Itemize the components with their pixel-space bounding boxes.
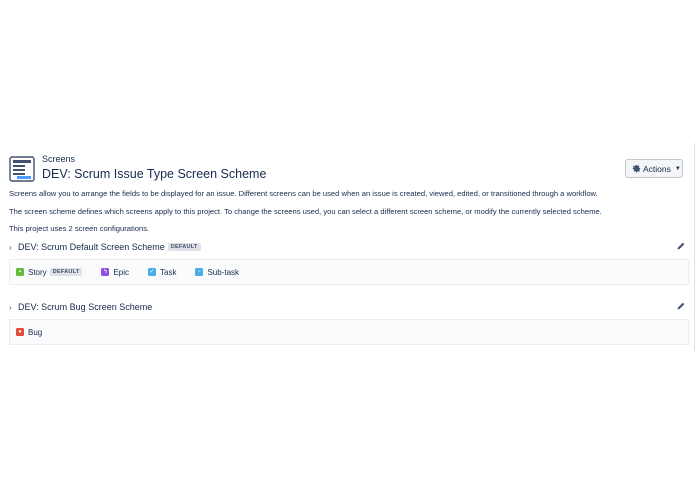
actions-button[interactable]: Actions ▼ — [625, 159, 683, 178]
issue-type-item: ● Bug — [16, 328, 42, 337]
issue-type-item: ✓ Task — [148, 268, 176, 277]
edit-icon[interactable] — [676, 301, 686, 311]
story-icon: ▪ — [16, 268, 24, 276]
page-title: DEV: Scrum Issue Type Screen Scheme — [42, 167, 267, 181]
description-line-3: This project uses 2 screen configuration… — [9, 224, 150, 233]
issue-type-label: Sub-task — [207, 267, 240, 277]
gear-icon — [632, 164, 641, 173]
chevron-down-icon: ▼ — [674, 165, 681, 172]
description-line-2: The screen scheme defines which screens … — [9, 207, 602, 216]
default-badge: DEFAULT — [49, 268, 83, 276]
issue-types-list: ▪ Story DEFAULT ϟ Epic ✓ Task ▫ Sub-task — [9, 259, 689, 285]
task-icon: ✓ — [148, 268, 157, 276]
issue-type-label: Epic — [113, 267, 130, 277]
chevron-right-icon[interactable]: › — [9, 303, 18, 312]
issue-type-item: ▫ Sub-task — [195, 268, 239, 277]
default-badge: DEFAULT — [167, 243, 201, 251]
subtask-icon: ▫ — [195, 268, 204, 276]
actions-label: Actions — [643, 163, 671, 174]
screens-icon — [9, 156, 35, 182]
issue-type-item: ϟ Epic — [101, 268, 129, 277]
breadcrumb[interactable]: Screens — [42, 154, 75, 164]
page-header: Screens DEV: Scrum Issue Type Screen Sch… — [9, 154, 689, 186]
issue-type-label: Story — [28, 267, 47, 277]
scheme-header[interactable]: › DEV: Scrum Default Screen Scheme DEFAU… — [9, 240, 686, 254]
issue-type-label: Task — [160, 267, 177, 277]
issue-type-label: Bug — [28, 327, 43, 337]
epic-icon: ϟ — [101, 268, 110, 276]
scheme-name[interactable]: DEV: Scrum Default Screen Scheme — [18, 242, 165, 252]
description-line-1: Screens allow you to arrange the fields … — [9, 189, 598, 198]
issue-type-item: ▪ Story DEFAULT — [16, 267, 83, 277]
scheme-name[interactable]: DEV: Scrum Bug Screen Scheme — [18, 302, 152, 312]
edit-icon[interactable] — [676, 241, 686, 251]
bug-icon: ● — [16, 328, 24, 336]
issue-types-list: ● Bug — [9, 319, 689, 345]
chevron-right-icon[interactable]: › — [9, 243, 18, 252]
scheme-header[interactable]: › DEV: Scrum Bug Screen Scheme — [9, 300, 686, 314]
